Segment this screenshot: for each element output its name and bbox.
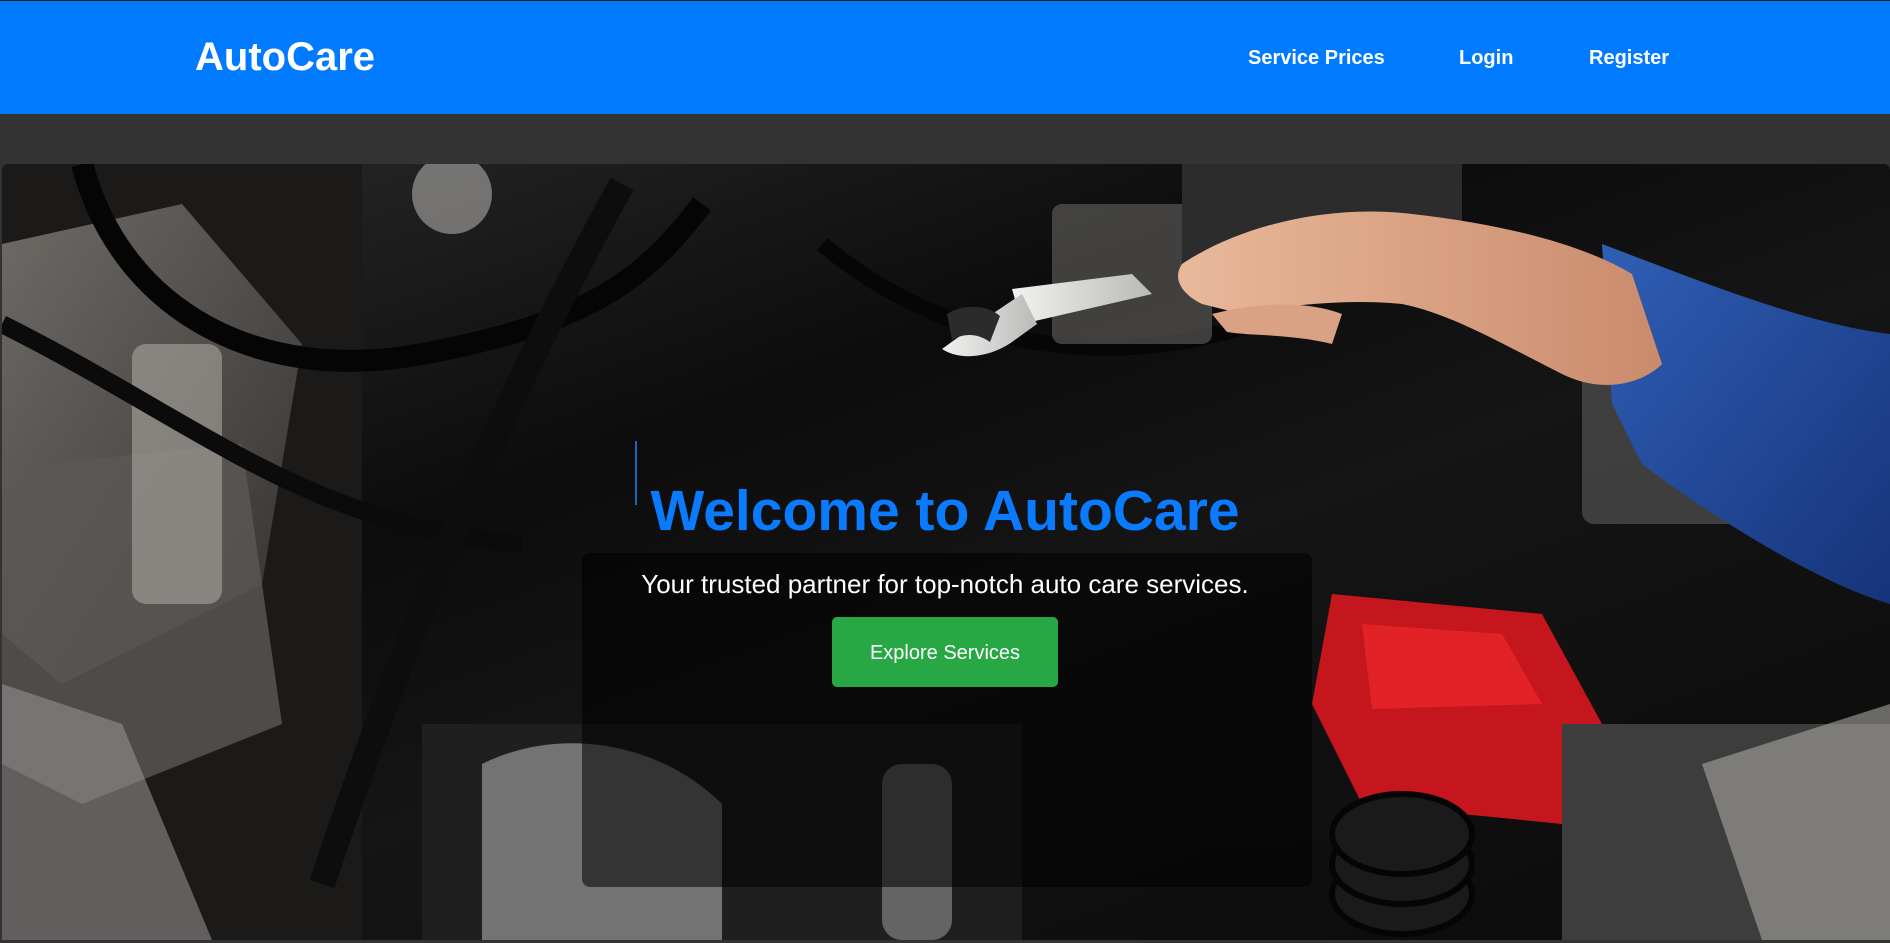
brand-logo-text[interactable]: AutoCare [195,31,375,83]
text-cursor [635,441,637,505]
hero-section [2,164,1890,940]
nav-spacer [0,114,1890,164]
nav-link-login[interactable]: Login [1459,45,1513,71]
hero-text-panel [582,553,1312,887]
nav-link-service-prices[interactable]: Service Prices [1248,45,1385,71]
explore-services-button[interactable]: Explore Services [832,617,1058,687]
hero-subtitle: Your trusted partner for top-notch auto … [641,569,1249,599]
hero-title: Welcome to AutoCare [650,479,1240,544]
top-navbar: AutoCare Service Prices Login Register [0,0,1890,114]
nav-link-register[interactable]: Register [1589,45,1669,71]
